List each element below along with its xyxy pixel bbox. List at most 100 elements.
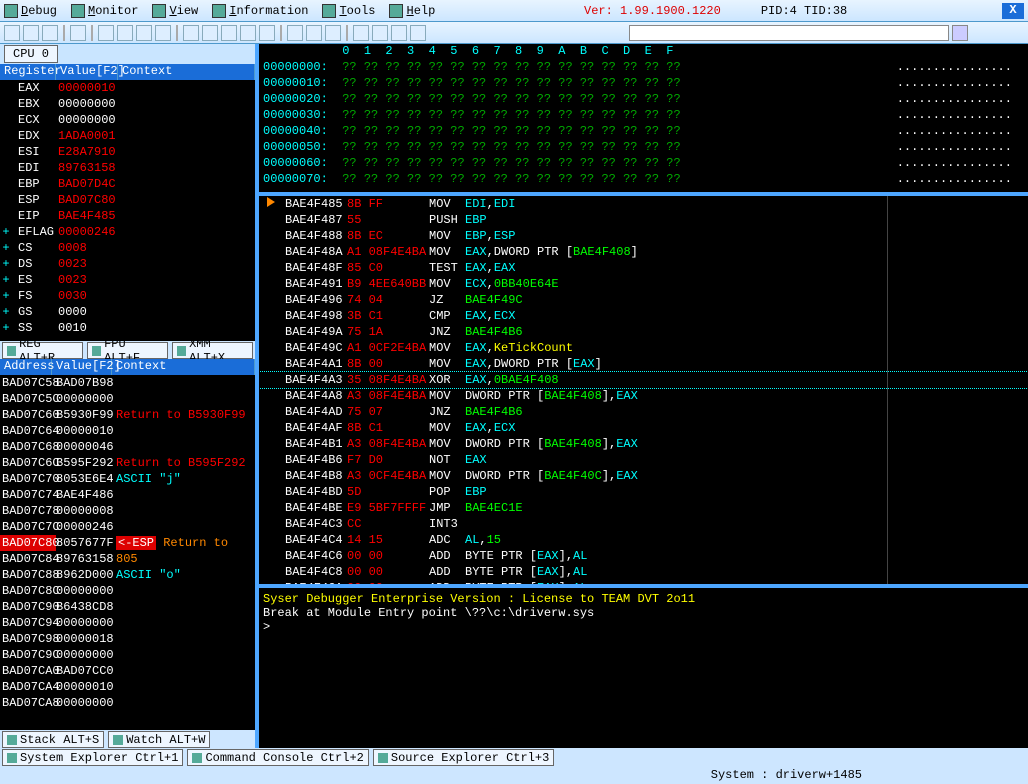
expand-icon[interactable] bbox=[0, 192, 12, 208]
stack-row[interactable]: BAD07C6CB595F292Return to B595F292 bbox=[0, 455, 255, 471]
disasm-row[interactable]: BAE4F4A18B 00MOVEAX,DWORD PTR [EAX] bbox=[259, 356, 1028, 372]
register-row[interactable]: +ES0023 bbox=[0, 272, 255, 288]
tb-12[interactable] bbox=[240, 25, 256, 41]
expand-icon[interactable]: + bbox=[0, 320, 12, 336]
reg-value[interactable]: BAD07D4C bbox=[58, 176, 124, 192]
expand-icon[interactable] bbox=[0, 160, 12, 176]
expand-icon[interactable]: + bbox=[0, 256, 12, 272]
disasm-row[interactable]: BAE4F48AA1 08F4E4BAMOVEAX,DWORD PTR [BAE… bbox=[259, 244, 1028, 260]
stack-row[interactable]: BAD07C58BAD07B98 bbox=[0, 375, 255, 391]
stack-row[interactable]: BAD07C808057677F<-ESP Return to 805 bbox=[0, 535, 255, 551]
stack-value[interactable]: 89763158 bbox=[56, 551, 116, 567]
stack-value[interactable]: 8053E6E4 bbox=[56, 471, 116, 487]
tb-1[interactable] bbox=[4, 25, 20, 41]
disasm-row[interactable]: BAE4F4C3CCINT3 bbox=[259, 516, 1028, 532]
stack-row[interactable]: BAD07C6800000046 bbox=[0, 439, 255, 455]
search-input[interactable] bbox=[629, 25, 949, 41]
tab-command-console[interactable]: Command Console Ctrl+2 bbox=[187, 749, 368, 766]
stack-row[interactable]: BAD07C74BAE4F486 bbox=[0, 487, 255, 503]
tb-9[interactable] bbox=[183, 25, 199, 41]
disasm-row[interactable]: BAE4F49674 04JZBAE4F49C bbox=[259, 292, 1028, 308]
stack-value[interactable]: BAD07CC0 bbox=[56, 663, 116, 679]
register-row[interactable]: EDI89763158 bbox=[0, 160, 255, 176]
tb-8[interactable] bbox=[155, 25, 171, 41]
register-row[interactable]: +CS0008 bbox=[0, 240, 255, 256]
register-row[interactable]: EIPBAE4F485 bbox=[0, 208, 255, 224]
register-row[interactable]: EBPBAD07D4C bbox=[0, 176, 255, 192]
reg-value[interactable]: 00000000 bbox=[58, 112, 124, 128]
menu-help[interactable]: Help bbox=[389, 4, 435, 18]
hex-row[interactable]: 00000050: ?? ?? ?? ?? ?? ?? ?? ?? ?? ?? … bbox=[263, 140, 1024, 156]
disasm-row[interactable]: BAE4F4888B ECMOVEBP,ESP bbox=[259, 228, 1028, 244]
hex-dump-pane[interactable]: 0 1 2 3 4 5 6 7 8 9 A B C D E F00000000:… bbox=[259, 44, 1028, 196]
tb-19[interactable] bbox=[391, 25, 407, 41]
hex-row[interactable]: 00000030: ?? ?? ?? ?? ?? ?? ?? ?? ?? ?? … bbox=[263, 108, 1024, 124]
disasm-row[interactable]: BAE4F4C414 15ADCAL,15 bbox=[259, 532, 1028, 548]
stack-row[interactable]: BAD07C7800000008 bbox=[0, 503, 255, 519]
expand-icon[interactable]: + bbox=[0, 304, 12, 320]
stack-value[interactable]: 00000000 bbox=[56, 615, 116, 631]
expand-icon[interactable] bbox=[0, 208, 12, 224]
tb-13[interactable] bbox=[259, 25, 275, 41]
disasm-row[interactable]: BAE4F4A8A3 08F4E4BAMOVDWORD PTR [BAE4F40… bbox=[259, 388, 1028, 404]
disasm-row[interactable]: BAE4F4B6F7 D0NOTEAX bbox=[259, 452, 1028, 468]
stack-row[interactable]: BAD07C888962D000ASCII "o" bbox=[0, 567, 255, 583]
menu-monitor[interactable]: Monitor bbox=[71, 4, 138, 18]
stack-row[interactable]: BAD07C6400000010 bbox=[0, 423, 255, 439]
expand-icon[interactable] bbox=[0, 80, 12, 96]
stack-value[interactable]: B6438CD8 bbox=[56, 599, 116, 615]
disasm-row[interactable]: BAE4F491B9 4EE640BBMOVECX,0BB40E64E bbox=[259, 276, 1028, 292]
stack-value[interactable]: 00000046 bbox=[56, 439, 116, 455]
expand-icon[interactable] bbox=[0, 128, 12, 144]
stack-value[interactable]: 00000000 bbox=[56, 695, 116, 711]
stack-row[interactable]: BAD07C9800000018 bbox=[0, 631, 255, 647]
disasm-row[interactable]: BAE4F4BD5DPOPEBP bbox=[259, 484, 1028, 500]
stack-row[interactable]: BAD07C708053E6E4ASCII "j" bbox=[0, 471, 255, 487]
disasm-row[interactable]: BAE4F4A335 08F4E4BAXOREAX,0BAE4F408 bbox=[259, 372, 1028, 388]
register-row[interactable]: +DS0023 bbox=[0, 256, 255, 272]
disasm-row[interactable]: BAE4F4858B FFMOVEDI,EDI bbox=[259, 196, 1028, 212]
register-row[interactable]: +GS0000 bbox=[0, 304, 255, 320]
tb-14[interactable] bbox=[287, 25, 303, 41]
disassembly-pane[interactable]: BAE4F4858B FFMOVEDI,EDIBAE4F48755PUSHEBP… bbox=[259, 196, 1028, 588]
tab-watch[interactable]: Watch ALT+W bbox=[108, 731, 210, 748]
disasm-row[interactable]: BAE4F48F85 C0TESTEAX,EAX bbox=[259, 260, 1028, 276]
register-row[interactable]: EAX00000010 bbox=[0, 80, 255, 96]
stack-value[interactable]: 00000000 bbox=[56, 391, 116, 407]
stack-value[interactable]: BAE4F486 bbox=[56, 487, 116, 503]
reg-value[interactable]: 0030 bbox=[58, 288, 124, 304]
tb-20[interactable] bbox=[410, 25, 426, 41]
stack-value[interactable]: 00000000 bbox=[56, 583, 116, 599]
tb-6[interactable] bbox=[117, 25, 133, 41]
stack-value[interactable]: 00000246 bbox=[56, 519, 116, 535]
expand-icon[interactable]: + bbox=[0, 272, 12, 288]
register-row[interactable]: ECX00000000 bbox=[0, 112, 255, 128]
stack-value[interactable]: B595F292 bbox=[56, 455, 116, 471]
register-row[interactable]: EDX1ADA0001 bbox=[0, 128, 255, 144]
reg-value[interactable]: 0010 bbox=[58, 320, 124, 336]
reg-value[interactable]: 89763158 bbox=[58, 160, 124, 176]
console-prompt[interactable]: > bbox=[263, 620, 1024, 634]
register-row[interactable]: EBX00000000 bbox=[0, 96, 255, 112]
reg-value[interactable]: 0023 bbox=[58, 272, 124, 288]
reg-value[interactable]: 00000000 bbox=[58, 96, 124, 112]
reg-value[interactable]: BAD07C80 bbox=[58, 192, 124, 208]
tab-stack[interactable]: Stack ALT+S bbox=[2, 731, 104, 748]
gutter[interactable] bbox=[259, 196, 283, 212]
stack-row[interactable]: BAD07CA0BAD07CC0 bbox=[0, 663, 255, 679]
hex-row[interactable]: 00000060: ?? ?? ?? ?? ?? ?? ?? ?? ?? ?? … bbox=[263, 156, 1024, 172]
tb-7[interactable] bbox=[136, 25, 152, 41]
tb-5[interactable] bbox=[98, 25, 114, 41]
expand-icon[interactable]: + bbox=[0, 224, 12, 240]
stack-value[interactable]: 8057677F bbox=[56, 535, 116, 551]
disasm-row[interactable]: BAE4F4CA00 00ADDBYTE PTR [EAX],AL bbox=[259, 580, 1028, 588]
stack-value[interactable]: 8962D000 bbox=[56, 567, 116, 583]
disasm-row[interactable]: BAE4F49CA1 0CF2E4BAMOVEAX,KeTickCount bbox=[259, 340, 1028, 356]
hex-row[interactable]: 00000070: ?? ?? ?? ?? ?? ?? ?? ?? ?? ?? … bbox=[263, 172, 1024, 188]
expand-icon[interactable] bbox=[0, 144, 12, 160]
console-pane[interactable]: Syser Debugger Enterprise Version : Lice… bbox=[259, 588, 1028, 748]
stack-value[interactable]: B5930F99 bbox=[56, 407, 116, 423]
stack-row[interactable]: BAD07C90B6438CD8 bbox=[0, 599, 255, 615]
tab-xmm[interactable]: XMM ALT+X bbox=[172, 342, 253, 359]
search-button[interactable] bbox=[952, 25, 968, 41]
